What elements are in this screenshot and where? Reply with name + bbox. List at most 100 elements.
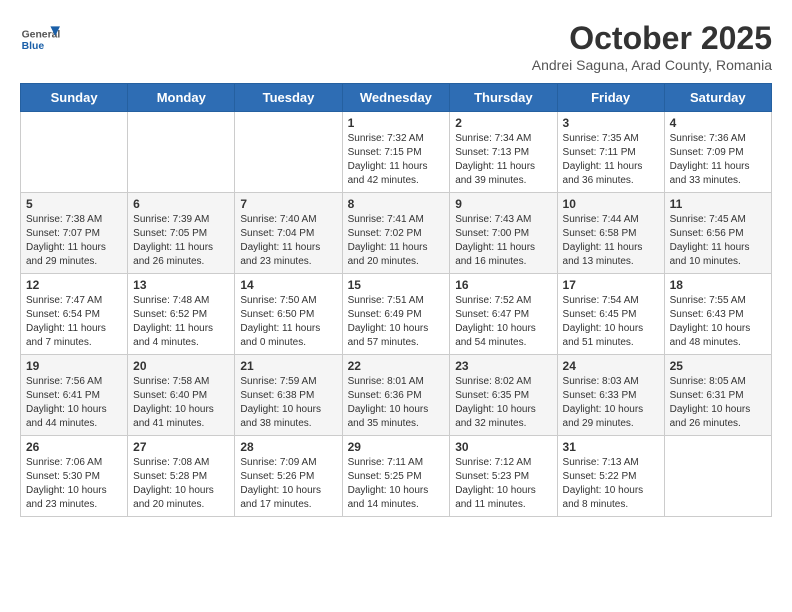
day-number: 21 — [240, 359, 336, 373]
day-number: 16 — [455, 278, 551, 292]
day-cell: 21 Sunrise: 7:59 AMSunset: 6:38 PMDayligh… — [235, 355, 342, 436]
day-number: 3 — [563, 116, 659, 130]
day-info: Sunrise: 7:12 AMSunset: 5:23 PMDaylight:… — [455, 456, 551, 512]
day-number: 14 — [240, 278, 336, 292]
day-info: Sunrise: 7:45 AMSunset: 6:56 PMDaylight:… — [670, 213, 766, 269]
day-cell: 31 Sunrise: 7:13 AMSunset: 5:22 PMDayligh… — [557, 436, 664, 517]
week-row-2: 12Sunrise: 7:47 AMSunset: 6:54 PMDayligh… — [21, 274, 772, 355]
day-info: Sunrise: 7:11 AMSunset: 5:25 PMDaylight:… — [348, 456, 445, 512]
weekday-header-friday: Friday — [557, 84, 664, 112]
weekday-header-saturday: Saturday — [664, 84, 771, 112]
day-number: 29 — [348, 440, 445, 454]
day-number: 23 — [455, 359, 551, 373]
day-number: 20 — [133, 359, 229, 373]
day-cell: 18 Sunrise: 7:55 AMSunset: 6:43 PMDayligh… — [664, 274, 771, 355]
day-cell: 30 Sunrise: 7:12 AMSunset: 5:23 PMDayligh… — [450, 436, 557, 517]
day-cell: 28 Sunrise: 7:09 AMSunset: 5:26 PMDayligh… — [235, 436, 342, 517]
month-title: October 2025 — [532, 20, 772, 57]
day-cell: 6 Sunrise: 7:39 AMSunset: 7:05 PMDaylight… — [128, 193, 235, 274]
day-info: Sunrise: 7:35 AMSunset: 7:11 PMDaylight:… — [563, 132, 659, 188]
day-number: 8 — [348, 197, 445, 211]
day-info: Sunrise: 7:40 AMSunset: 7:04 PMDaylight:… — [240, 213, 336, 269]
day-cell: 13 Sunrise: 7:48 AMSunset: 6:52 PMDayligh… — [128, 274, 235, 355]
day-info: Sunrise: 7:32 AMSunset: 7:15 PMDaylight:… — [348, 132, 445, 188]
day-number: 17 — [563, 278, 659, 292]
day-cell: 2 Sunrise: 7:34 AMSunset: 7:13 PMDaylight… — [450, 112, 557, 193]
day-cell: 19 Sunrise: 7:56 AMSunset: 6:41 PMDayligh… — [21, 355, 128, 436]
day-cell: 1 Sunrise: 7:32 AMSunset: 7:15 PMDaylight… — [342, 112, 450, 193]
day-number: 2 — [455, 116, 551, 130]
day-number: 11 — [670, 197, 766, 211]
day-number: 18 — [670, 278, 766, 292]
day-cell: 4 Sunrise: 7:36 AMSunset: 7:09 PMDaylight… — [664, 112, 771, 193]
day-cell — [235, 112, 342, 193]
day-number: 27 — [133, 440, 229, 454]
day-info: Sunrise: 7:56 AMSunset: 6:41 PMDaylight:… — [26, 375, 122, 431]
day-info: Sunrise: 7:41 AMSunset: 7:02 PMDaylight:… — [348, 213, 445, 269]
weekday-header-thursday: Thursday — [450, 84, 557, 112]
day-number: 12 — [26, 278, 122, 292]
day-info: Sunrise: 7:34 AMSunset: 7:13 PMDaylight:… — [455, 132, 551, 188]
weekday-header-row: SundayMondayTuesdayWednesdayThursdayFrid… — [21, 84, 772, 112]
day-cell: 9 Sunrise: 7:43 AMSunset: 7:00 PMDaylight… — [450, 193, 557, 274]
day-cell: 12Sunrise: 7:47 AMSunset: 6:54 PMDayligh… — [21, 274, 128, 355]
day-cell: 14 Sunrise: 7:50 AMSunset: 6:50 PMDayligh… — [235, 274, 342, 355]
day-number: 25 — [670, 359, 766, 373]
day-info: Sunrise: 7:44 AMSunset: 6:58 PMDaylight:… — [563, 213, 659, 269]
day-info: Sunrise: 8:05 AMSunset: 6:31 PMDaylight:… — [670, 375, 766, 431]
day-number: 4 — [670, 116, 766, 130]
day-cell: 17 Sunrise: 7:54 AMSunset: 6:45 PMDayligh… — [557, 274, 664, 355]
week-row-3: 19 Sunrise: 7:56 AMSunset: 6:41 PMDayligh… — [21, 355, 772, 436]
title-area: October 2025 Andrei Saguna, Arad County,… — [532, 20, 772, 73]
day-cell — [21, 112, 128, 193]
day-number: 26 — [26, 440, 122, 454]
day-number: 6 — [133, 197, 229, 211]
day-number: 1 — [348, 116, 445, 130]
day-info: Sunrise: 7:52 AMSunset: 6:47 PMDaylight:… — [455, 294, 551, 350]
day-info: Sunrise: 7:08 AMSunset: 5:28 PMDaylight:… — [133, 456, 229, 512]
day-number: 7 — [240, 197, 336, 211]
day-info: Sunrise: 8:02 AMSunset: 6:35 PMDaylight:… — [455, 375, 551, 431]
day-info: Sunrise: 7:48 AMSunset: 6:52 PMDaylight:… — [133, 294, 229, 350]
day-info: Sunrise: 7:36 AMSunset: 7:09 PMDaylight:… — [670, 132, 766, 188]
day-number: 13 — [133, 278, 229, 292]
location-subtitle: Andrei Saguna, Arad County, Romania — [532, 57, 772, 73]
day-info: Sunrise: 7:09 AMSunset: 5:26 PMDaylight:… — [240, 456, 336, 512]
day-info: Sunrise: 7:59 AMSunset: 6:38 PMDaylight:… — [240, 375, 336, 431]
day-cell — [664, 436, 771, 517]
day-cell: 24Sunrise: 8:03 AMSunset: 6:33 PMDayligh… — [557, 355, 664, 436]
week-row-1: 5Sunrise: 7:38 AMSunset: 7:07 PMDaylight… — [21, 193, 772, 274]
page-header: General Blue October 2025 Andrei Saguna,… — [20, 20, 772, 73]
day-info: Sunrise: 7:58 AMSunset: 6:40 PMDaylight:… — [133, 375, 229, 431]
day-info: Sunrise: 7:43 AMSunset: 7:00 PMDaylight:… — [455, 213, 551, 269]
day-number: 19 — [26, 359, 122, 373]
day-cell: 11 Sunrise: 7:45 AMSunset: 6:56 PMDayligh… — [664, 193, 771, 274]
day-cell: 22Sunrise: 8:01 AMSunset: 6:36 PMDayligh… — [342, 355, 450, 436]
day-info: Sunrise: 7:50 AMSunset: 6:50 PMDaylight:… — [240, 294, 336, 350]
day-number: 9 — [455, 197, 551, 211]
day-number: 30 — [455, 440, 551, 454]
day-cell: 27 Sunrise: 7:08 AMSunset: 5:28 PMDayligh… — [128, 436, 235, 517]
day-cell: 10 Sunrise: 7:44 AMSunset: 6:58 PMDayligh… — [557, 193, 664, 274]
day-cell: 3 Sunrise: 7:35 AMSunset: 7:11 PMDaylight… — [557, 112, 664, 193]
day-info: Sunrise: 7:06 AMSunset: 5:30 PMDaylight:… — [26, 456, 122, 512]
day-cell: 7 Sunrise: 7:40 AMSunset: 7:04 PMDaylight… — [235, 193, 342, 274]
day-cell: 20 Sunrise: 7:58 AMSunset: 6:40 PMDayligh… — [128, 355, 235, 436]
week-row-0: 1 Sunrise: 7:32 AMSunset: 7:15 PMDaylight… — [21, 112, 772, 193]
day-number: 28 — [240, 440, 336, 454]
weekday-header-tuesday: Tuesday — [235, 84, 342, 112]
day-info: Sunrise: 7:13 AMSunset: 5:22 PMDaylight:… — [563, 456, 659, 512]
day-number: 10 — [563, 197, 659, 211]
day-info: Sunrise: 7:38 AMSunset: 7:07 PMDaylight:… — [26, 213, 122, 269]
weekday-header-sunday: Sunday — [21, 84, 128, 112]
day-cell: 16 Sunrise: 7:52 AMSunset: 6:47 PMDayligh… — [450, 274, 557, 355]
day-info: Sunrise: 7:39 AMSunset: 7:05 PMDaylight:… — [133, 213, 229, 269]
day-number: 31 — [563, 440, 659, 454]
day-info: Sunrise: 7:54 AMSunset: 6:45 PMDaylight:… — [563, 294, 659, 350]
logo-icon: General Blue — [20, 20, 60, 60]
weekday-header-monday: Monday — [128, 84, 235, 112]
logo: General Blue — [20, 20, 60, 60]
day-cell — [128, 112, 235, 193]
day-info: Sunrise: 7:55 AMSunset: 6:43 PMDaylight:… — [670, 294, 766, 350]
day-cell: 5Sunrise: 7:38 AMSunset: 7:07 PMDaylight… — [21, 193, 128, 274]
